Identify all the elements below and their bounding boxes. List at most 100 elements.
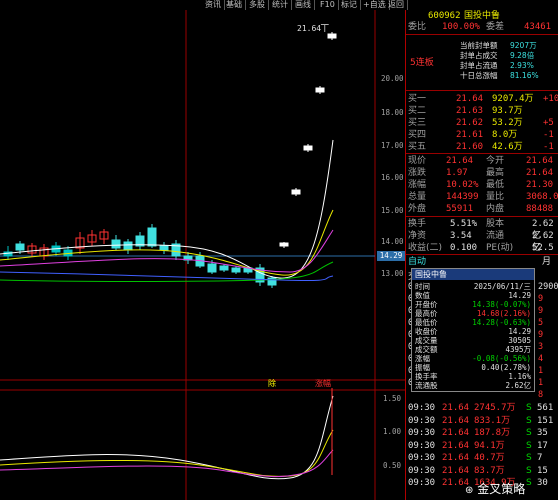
stat2-label: 净资 bbox=[408, 231, 427, 241]
tick-time: 09:30 bbox=[408, 453, 436, 463]
candle-body bbox=[15, 243, 25, 251]
weibi-row: 委比 100.00% 委差 43461 bbox=[406, 21, 558, 33]
kline-chart-area[interactable]: 21.64 ⊤ 20.00 18.00 17.00 16.00 15.00 14.00 13… bbox=[0, 10, 405, 500]
buy-order-volume: 93.7万 bbox=[492, 106, 523, 116]
tick-side: S bbox=[526, 440, 532, 451]
limit-info-row: 当前封单额 9207万 bbox=[460, 41, 558, 51]
limit-info-row: 封单占成交 9.28倍 bbox=[460, 51, 558, 61]
candle-body bbox=[123, 241, 133, 251]
tick-time: 09:30 bbox=[408, 403, 436, 413]
tick-num-right: 2900 bbox=[538, 282, 558, 292]
stat2-label: 换手 bbox=[408, 219, 427, 229]
price-axis-label: 17.00 bbox=[381, 141, 404, 150]
stat-value-2: 88488 bbox=[526, 204, 554, 214]
tick-price: 21.64 bbox=[442, 403, 470, 413]
stat2-row: 换手 5.51% 股本 2.62亿 bbox=[406, 218, 558, 241]
stat2-label-2: 股本 bbox=[486, 219, 505, 229]
price-axis-label: 14.00 bbox=[381, 237, 404, 246]
stat2-value: 5.51% bbox=[450, 219, 478, 229]
tick-num-right: 9 bbox=[538, 306, 544, 316]
tick-row: 09:30 21.64 83.7万 S 15 bbox=[406, 465, 558, 477]
limit-info-value: 81.16% bbox=[510, 71, 539, 80]
kline-chart[interactable] bbox=[0, 10, 405, 500]
tick-time: 09:30 bbox=[408, 440, 436, 451]
buy-order-volume: 42.6万 bbox=[492, 142, 523, 152]
popup-row-label: 流通股 bbox=[415, 381, 438, 390]
buy-order-price: 21.62 bbox=[456, 118, 484, 128]
tab-auto[interactable]: 自动 bbox=[408, 256, 426, 268]
candle-body bbox=[291, 189, 301, 195]
volume-axis-label: 1.00 bbox=[383, 427, 402, 436]
tick-price: 21.64 bbox=[442, 465, 470, 476]
tab-bar: 自动 月 bbox=[406, 256, 558, 268]
volume-indicator-line bbox=[0, 429, 334, 477]
limit-info-value: 9.28倍 bbox=[510, 51, 535, 60]
tick-time: 09:30 bbox=[408, 465, 436, 476]
limit-info-label: 封单占流通 bbox=[460, 61, 498, 70]
stat-value-2: 21.30 bbox=[526, 180, 554, 190]
stat2-label-2: 流通 bbox=[486, 231, 505, 241]
stat-value: 144399 bbox=[446, 192, 479, 202]
weibo-icon: ⊛ bbox=[465, 485, 474, 496]
popup-title: 国投中鲁 bbox=[412, 269, 534, 280]
toolbar-item[interactable]: 基础 bbox=[223, 0, 246, 10]
tick-num-right: 3 bbox=[538, 342, 544, 352]
tick-num-right: 8 bbox=[538, 390, 544, 400]
tick-num-right: 1 bbox=[538, 378, 544, 388]
toolbar-item[interactable]: 统计 bbox=[269, 0, 292, 10]
tick-count: 17 bbox=[537, 440, 548, 451]
weicha-value: 43461 bbox=[524, 22, 552, 32]
stat-label: 涨幅 bbox=[408, 180, 427, 190]
stat-row: 现价 21.64 今开 21.64 bbox=[406, 155, 558, 167]
volume-axis-label: 0.50 bbox=[383, 461, 402, 470]
toolbar-item[interactable]: F10 bbox=[317, 0, 339, 10]
marker-right: 涨幅 bbox=[315, 379, 331, 388]
limit-info-row: 十日总涨幅 81.16% bbox=[460, 71, 558, 81]
tick-num-right: 1 bbox=[538, 366, 544, 376]
price-axis-label: 20.00 bbox=[381, 74, 404, 83]
price-axis-label: 16.00 bbox=[381, 173, 404, 182]
max-price-arrow-icon: ⊤ bbox=[320, 22, 330, 35]
tick-count: 151 bbox=[537, 415, 554, 426]
tick-volume: 83.7万 bbox=[474, 465, 505, 476]
tick-row: 09:30 21.64 40.7万 S 7 bbox=[406, 452, 558, 464]
stat-value-2: 21.64 bbox=[526, 156, 554, 166]
candle-body bbox=[279, 242, 289, 247]
limit-tag: 5连板 bbox=[410, 58, 434, 68]
quote-panel: 600962 国投中鲁 委比 100.00% 委差 43461 5连板 当前封单… bbox=[405, 10, 558, 500]
tick-row: 09:30 21.64 833.1万 S 151 bbox=[406, 415, 558, 427]
buy-order-volume: 53.2万 bbox=[492, 118, 523, 128]
stat-value: 21.64 bbox=[446, 156, 474, 166]
marker-left: 除 bbox=[268, 379, 276, 388]
limit-info-value: 9207万 bbox=[510, 41, 537, 50]
price-axis-label: 18.00 bbox=[381, 108, 404, 117]
tick-row: 09:30 21.64 2745.7万 S 561 bbox=[406, 402, 558, 414]
toolbar-item[interactable]: 标记 bbox=[338, 0, 361, 10]
stat-label-2: 最低 bbox=[486, 180, 505, 190]
toolbar-item[interactable]: 画线 bbox=[292, 0, 315, 10]
tick-count: 561 bbox=[537, 403, 554, 413]
stat-label-2: 量比 bbox=[486, 192, 505, 202]
buy-order-label: 买五 bbox=[408, 142, 427, 152]
toolbar-item[interactable]: 返回 bbox=[385, 0, 408, 10]
tick-time: 09:30 bbox=[408, 428, 436, 438]
stat2-value-2: 52.5 bbox=[532, 243, 554, 253]
buy-order-label: 买一 bbox=[408, 94, 427, 104]
tick-count: 30 bbox=[537, 478, 548, 488]
stat-label: 外盘 bbox=[408, 204, 427, 214]
buy-order-label: 买四 bbox=[408, 130, 427, 140]
toolbar-item[interactable]: 资讯 bbox=[202, 0, 225, 10]
tab-month[interactable]: 月 bbox=[542, 256, 551, 268]
limit-info-label: 十日总涨幅 bbox=[460, 71, 498, 80]
buy-order-price: 21.61 bbox=[456, 130, 484, 140]
stat-row: 总量 144399 量比 3068.02 bbox=[406, 191, 558, 203]
tick-row: 09:30 21.64 187.8万 S 35 bbox=[406, 427, 558, 439]
candle-body bbox=[219, 265, 229, 271]
stat-label: 现价 bbox=[408, 156, 427, 166]
toolbar-item[interactable]: 多股 bbox=[246, 0, 269, 10]
candle-body bbox=[231, 267, 241, 273]
stat-value: 1.97 bbox=[446, 168, 468, 178]
buy-order-row: 买三 21.62 53.2万 +5 bbox=[406, 117, 558, 129]
tick-num-right: 4 bbox=[538, 354, 544, 364]
stat-row: 外盘 55911 内盘 88488 bbox=[406, 203, 558, 215]
